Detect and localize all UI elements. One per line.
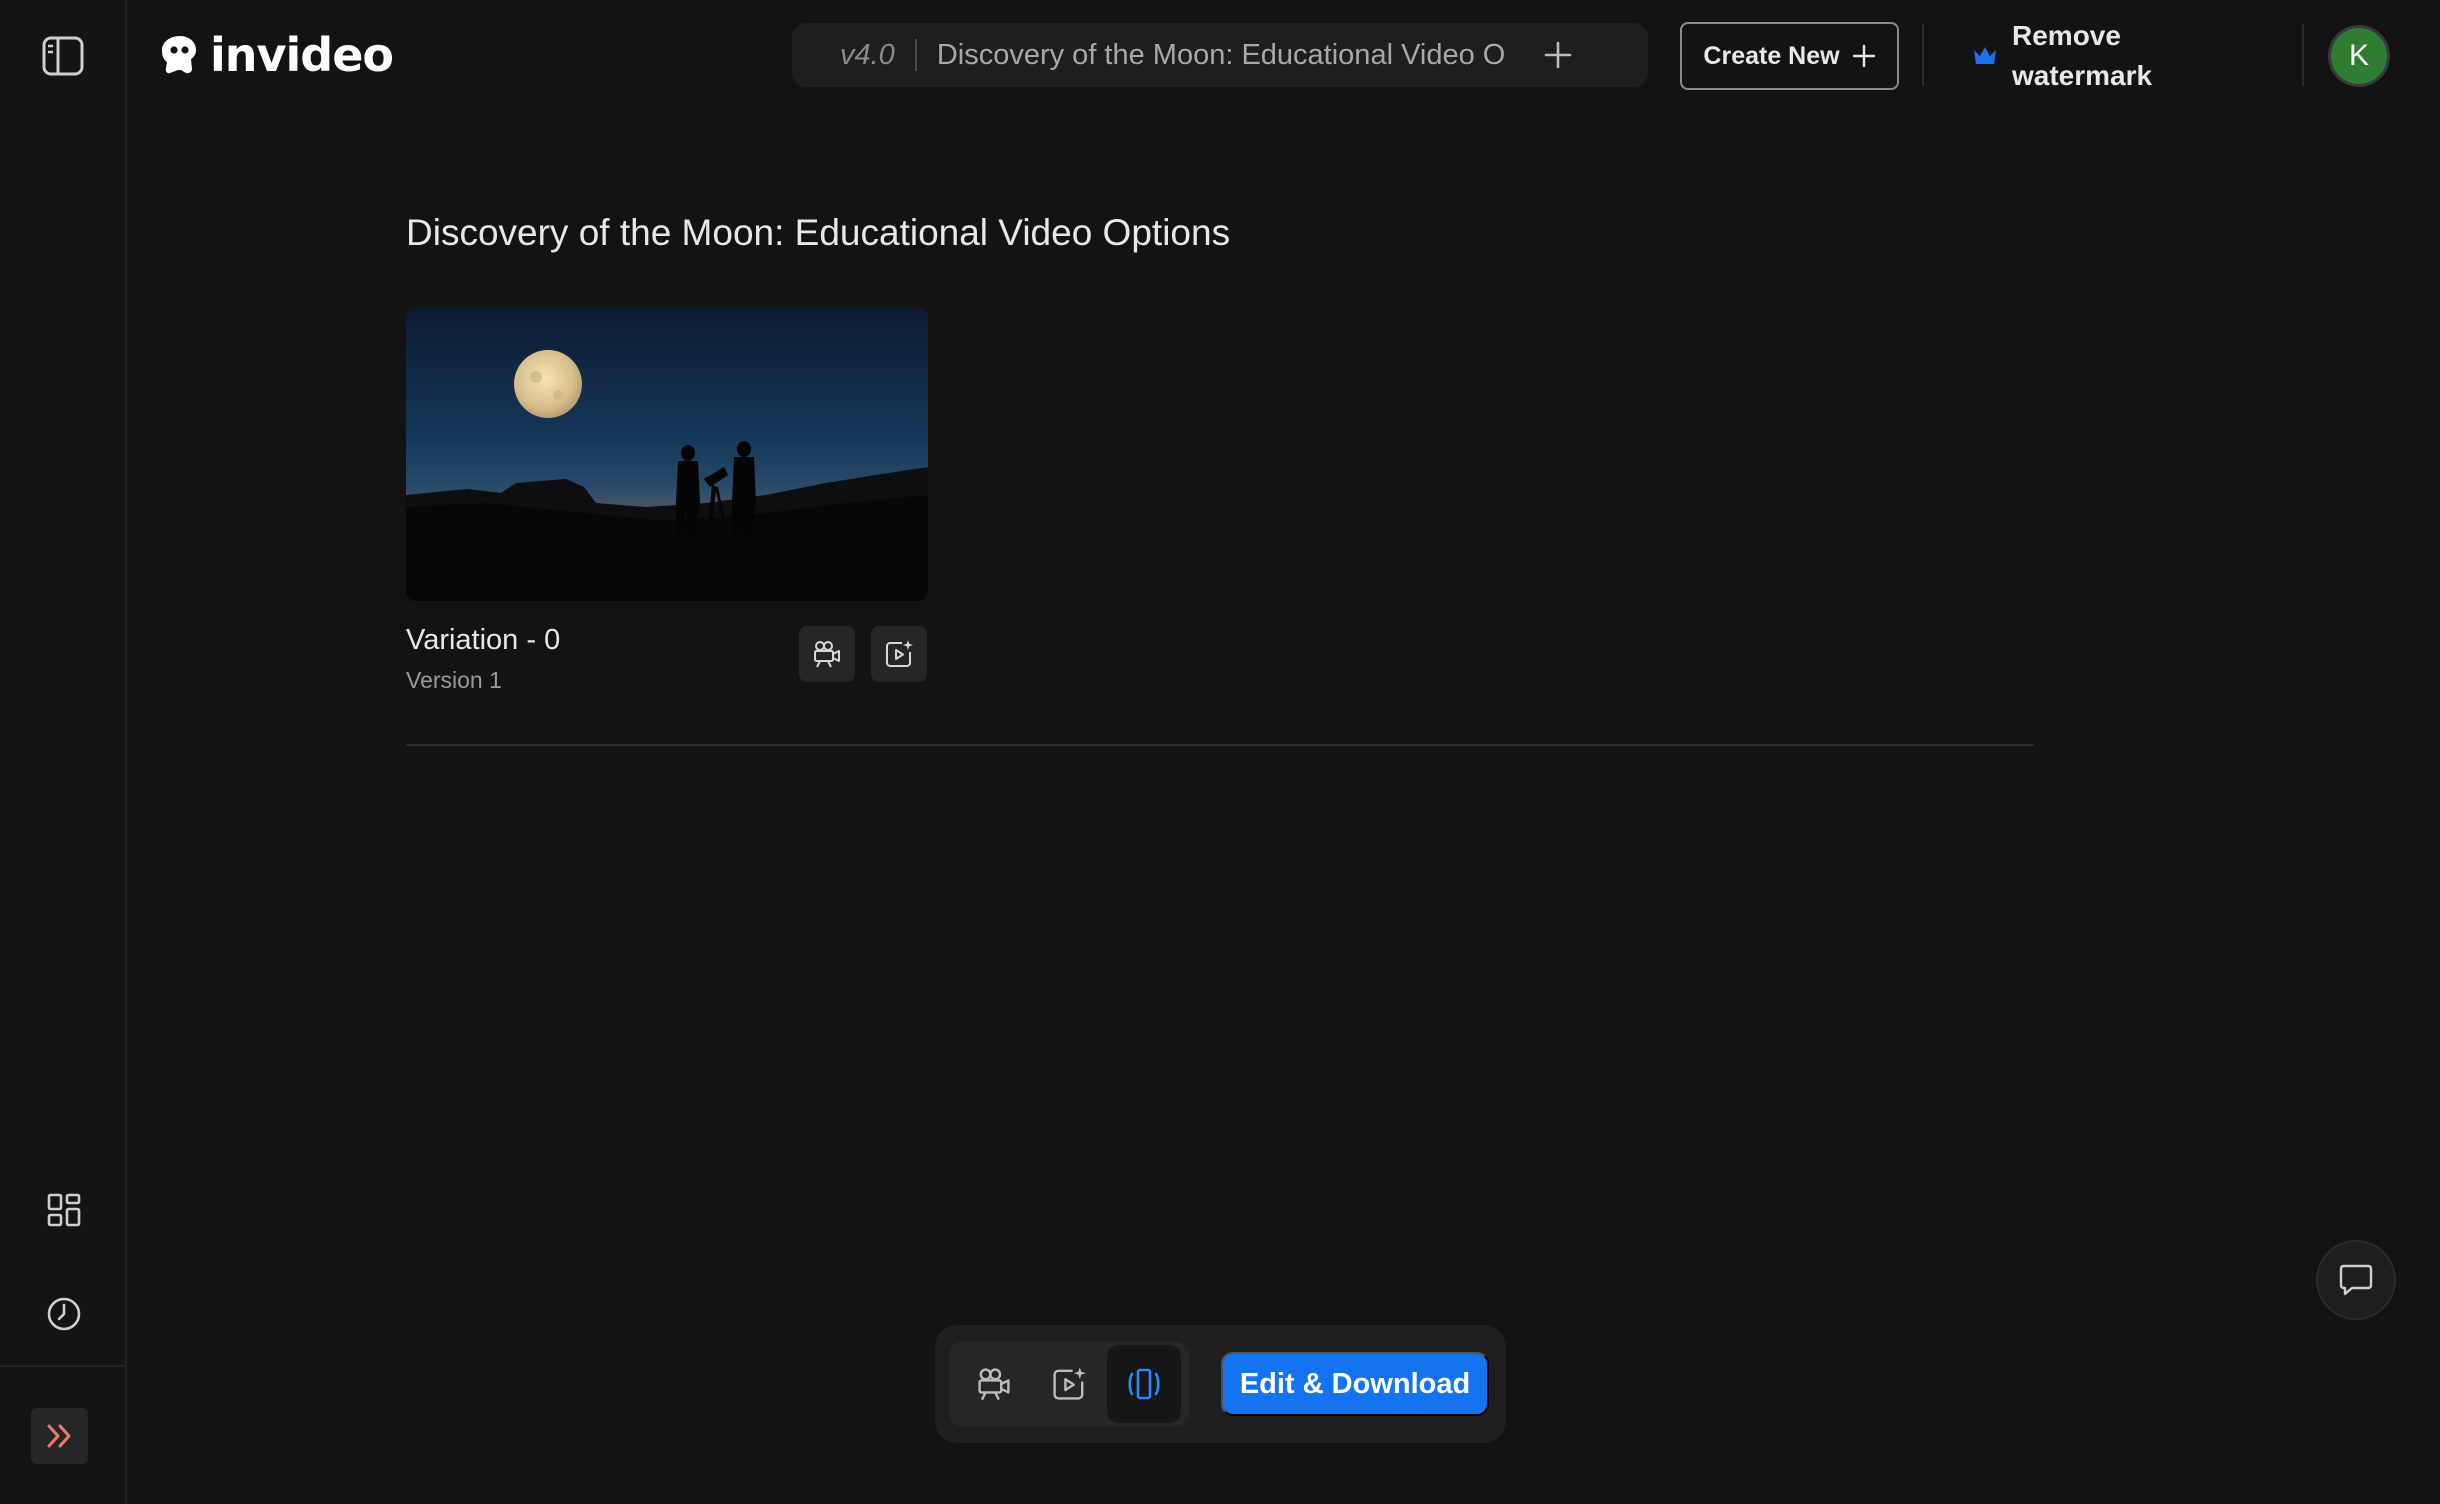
mode-vertical-preview[interactable] xyxy=(1107,1345,1181,1423)
chat-icon xyxy=(2339,1264,2373,1296)
chat-support-button[interactable] xyxy=(2316,1240,2396,1320)
expand-sidebar-button[interactable] xyxy=(31,1408,88,1464)
project-title-bar[interactable]: v4.0 Discovery of the Moon: Educational … xyxy=(792,23,1648,87)
edit-download-button[interactable]: Edit & Download xyxy=(1221,1352,1489,1416)
ai-edit-video-button[interactable] xyxy=(871,626,927,682)
create-new-button[interactable]: Create New xyxy=(1680,22,1899,90)
header-divider xyxy=(1922,24,1924,86)
invideo-logo[interactable]: invideo xyxy=(158,28,394,82)
page-title: Discovery of the Moon: Educational Video… xyxy=(406,212,1231,253)
variation-name: Variation - 0 xyxy=(406,624,561,656)
logo-mark-icon xyxy=(162,36,196,74)
plus-icon xyxy=(1852,44,1875,68)
mode-ai-edit[interactable] xyxy=(1032,1345,1106,1423)
project-title[interactable]: Discovery of the Moon: Educational Video… xyxy=(937,39,1507,72)
project-separator xyxy=(914,39,917,71)
sidebar-toggle-button[interactable] xyxy=(38,32,88,80)
variation-version: Version 1 xyxy=(406,667,502,693)
header-divider xyxy=(2302,24,2304,86)
mode-generate-video[interactable] xyxy=(957,1345,1031,1423)
remove-watermark-button[interactable]: Remove watermark xyxy=(1972,16,2182,96)
movie-camera-icon xyxy=(814,641,840,668)
create-new-label: Create New xyxy=(1703,41,1840,70)
templates-button[interactable] xyxy=(40,1190,88,1230)
add-project-button[interactable] xyxy=(1543,40,1573,70)
variation-thumbnail[interactable] xyxy=(406,307,928,601)
moon-scene-image xyxy=(406,307,928,601)
logo-text: invideo xyxy=(210,28,394,82)
plus-icon xyxy=(1544,41,1572,69)
grid-icon xyxy=(47,1193,81,1227)
sidebar-divider xyxy=(0,1365,125,1367)
left-sidebar xyxy=(0,0,127,1504)
remove-watermark-label: Remove watermark xyxy=(2012,20,2153,91)
content-divider xyxy=(406,744,2034,746)
project-version: v4.0 xyxy=(840,38,895,71)
movie-camera-icon xyxy=(978,1368,1010,1401)
sidebar-panel-icon xyxy=(42,36,84,76)
clock-icon xyxy=(47,1297,81,1331)
vertical-video-icon xyxy=(1128,1368,1160,1400)
generate-video-button[interactable] xyxy=(799,626,855,682)
mode-selector xyxy=(949,1341,1189,1427)
crown-icon xyxy=(1974,47,1996,64)
history-button[interactable] xyxy=(40,1294,88,1334)
chevrons-right-icon xyxy=(47,1424,70,1448)
user-avatar[interactable]: K xyxy=(2328,25,2390,87)
video-sparkle-icon xyxy=(1053,1367,1086,1400)
bottom-toolbar: Edit & Download xyxy=(935,1325,1506,1443)
video-sparkle-icon xyxy=(886,640,913,667)
